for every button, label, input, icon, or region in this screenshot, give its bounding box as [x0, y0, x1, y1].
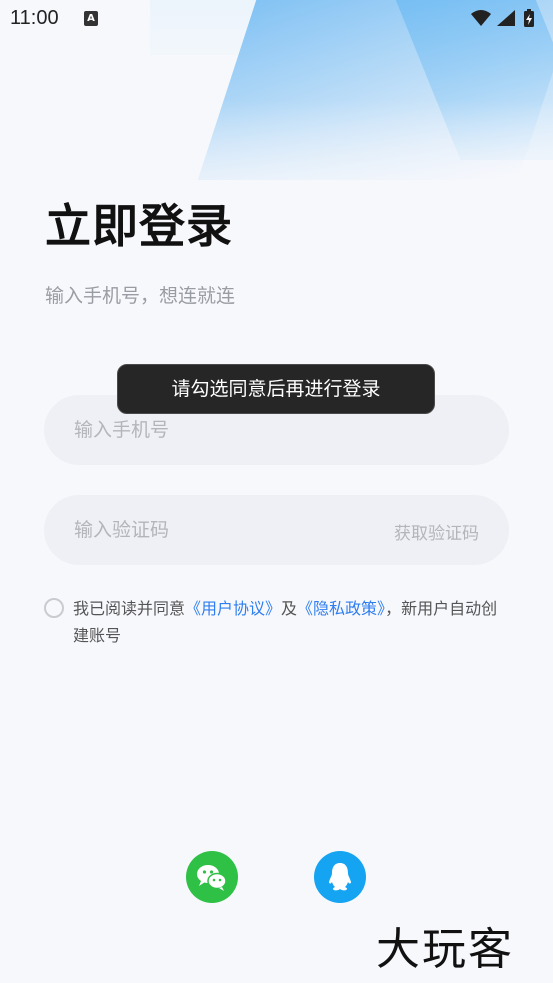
get-code-button[interactable]: 获取验证码 [394, 519, 479, 544]
page-subtitle: 输入手机号，想连就连 [45, 285, 236, 307]
agree-checkbox[interactable] [44, 598, 64, 618]
agreement-and: 及 [281, 599, 298, 618]
code-input[interactable] [74, 495, 374, 565]
page-title: 立即登录 [45, 199, 233, 253]
qq-login-button[interactable] [314, 851, 366, 903]
watermark-logo: 大玩客 [376, 924, 514, 975]
wechat-icon [197, 865, 227, 891]
agreement-prefix: 我已阅读并同意 [73, 599, 186, 618]
system-icons [471, 9, 534, 27]
status-bar: 11:00 A [0, 0, 553, 38]
qq-icon [329, 863, 351, 891]
toast-message: 请勾选同意后再进行登录 [117, 364, 435, 414]
status-time: 11:00 [10, 7, 59, 29]
privacy-policy-link[interactable]: 《隐私政策》 [297, 599, 385, 618]
notification-icon: A [84, 11, 98, 26]
agreement-text: 我已阅读并同意《用户协议》及《隐私政策》，新用户自动创建账号 [73, 595, 513, 649]
wifi-icon [471, 10, 491, 26]
signal-icon [497, 10, 515, 26]
code-field[interactable]: 获取验证码 [44, 495, 509, 565]
battery-icon [524, 9, 534, 27]
wechat-login-button[interactable] [186, 851, 238, 903]
user-agreement-link[interactable]: 《用户协议》 [185, 599, 281, 618]
